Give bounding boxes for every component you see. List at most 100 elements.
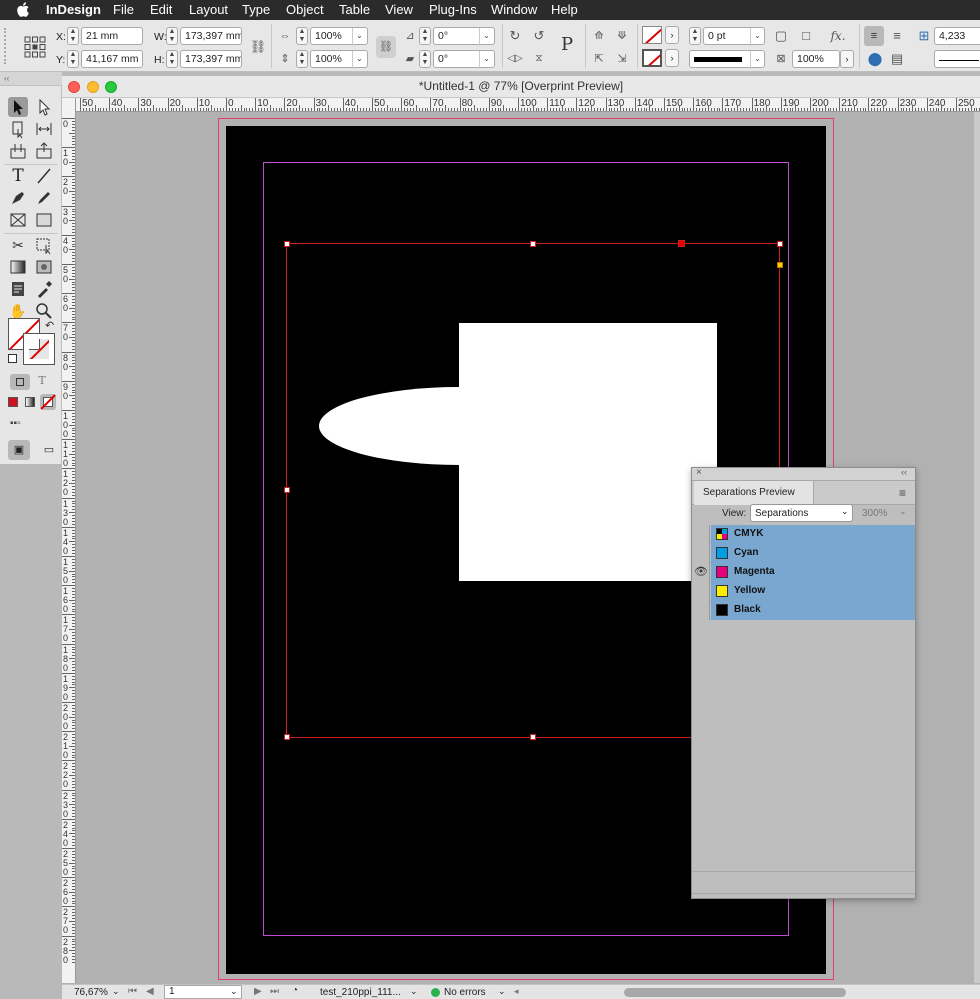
content-collector-tool[interactable] xyxy=(8,141,28,161)
select-container-icon[interactable]: ⟰ xyxy=(590,27,608,45)
screen-mode-small-icon[interactable]: ▪▪▫ xyxy=(10,418,21,429)
handle-middle-left[interactable] xyxy=(284,487,290,493)
out-port-handle[interactable] xyxy=(777,262,783,268)
visibility-toggle[interactable] xyxy=(692,582,710,601)
w-field[interactable]: 173,397 mm xyxy=(180,27,242,45)
menu-window[interactable]: Window xyxy=(491,2,537,17)
scroll-left-icon[interactable]: ◂ xyxy=(514,986,519,997)
stroke-weight-stepper[interactable]: ▲ ▼ xyxy=(689,27,701,45)
panel-menu-icon[interactable]: ≡ xyxy=(899,486,906,500)
separation-row-cmyk[interactable]: CMYK xyxy=(692,525,915,544)
gap-tool[interactable] xyxy=(34,119,54,139)
vertical-ruler[interactable]: 0 10 20 30 40 50 60 70 80 90 100110120130140150160… xyxy=(62,98,76,983)
scale-x-stepper[interactable]: ▲ ▼ xyxy=(296,27,308,45)
ink-limit-arrow-icon[interactable]: ⌄ xyxy=(899,506,907,517)
preflight-status[interactable]: No errors xyxy=(444,987,486,998)
shear-dropdown[interactable]: ⌄ xyxy=(479,51,493,69)
menu-file[interactable]: File xyxy=(113,2,134,17)
tab-separations-preview[interactable]: Separations Preview xyxy=(694,481,814,505)
menu-plug-ins[interactable]: Plug-Ins xyxy=(429,2,477,17)
right-value-field[interactable]: 4,233 xyxy=(934,27,980,45)
preflight-dropdown-icon[interactable]: ⌄ xyxy=(498,986,506,997)
auto-fit-icon[interactable]: ⊞ xyxy=(915,27,933,45)
rectangle-frame-tool[interactable] xyxy=(8,210,28,230)
rectangle-tool[interactable] xyxy=(34,210,54,230)
screen-mode-preview-button[interactable]: ▭ xyxy=(38,440,60,460)
separation-row-body[interactable]: Yellow xyxy=(711,582,915,601)
handle-top-left[interactable] xyxy=(284,241,290,247)
separation-row-cyan[interactable]: Cyan xyxy=(692,544,915,563)
previous-page-icon[interactable]: ◀ xyxy=(146,986,154,997)
pencil-tool[interactable] xyxy=(34,188,54,208)
separation-row-magenta[interactable]: 👁 Magenta xyxy=(692,563,915,582)
line-tool[interactable] xyxy=(34,166,54,186)
visibility-toggle[interactable] xyxy=(692,601,710,620)
menu-edit[interactable]: Edit xyxy=(150,2,172,17)
select-content-icon[interactable]: ⟱ xyxy=(613,27,631,45)
handle-bottom-left[interactable] xyxy=(284,734,290,740)
default-fill-stroke-icon[interactable] xyxy=(8,354,17,363)
constrain-proportions-icon[interactable]: ⛓ xyxy=(249,38,267,56)
drop-shadow-icon[interactable]: ▢ xyxy=(772,27,790,45)
handle-top-right[interactable] xyxy=(777,241,783,247)
menu-help[interactable]: Help xyxy=(551,2,578,17)
file-dropdown-icon[interactable]: ⌄ xyxy=(410,986,418,997)
pen-tool[interactable] xyxy=(8,188,28,208)
handle-top-center[interactable] xyxy=(530,241,536,247)
scissors-tool[interactable]: ✂ xyxy=(8,235,28,255)
last-page-icon[interactable]: ⏭ xyxy=(270,986,279,997)
w-stepper[interactable]: ▲ ▼ xyxy=(166,27,178,45)
direct-selection-tool[interactable] xyxy=(34,97,54,117)
corner-option-handle[interactable] xyxy=(678,240,685,247)
fill-menu-button[interactable]: › xyxy=(665,26,679,44)
rotate-dropdown[interactable]: ⌄ xyxy=(479,28,493,46)
reference-point-icon[interactable] xyxy=(24,36,46,58)
paragraph-direction-icon[interactable]: P xyxy=(556,34,578,58)
separation-row-black[interactable]: Black xyxy=(692,601,915,620)
text-wrap-icon[interactable]: ⬤ xyxy=(866,50,884,68)
fill-swatch[interactable] xyxy=(642,26,662,44)
menu-app-indesign[interactable]: InDesign xyxy=(46,2,101,17)
selection-tool[interactable] xyxy=(8,97,28,117)
align-text-top-icon[interactable]: ≡ xyxy=(864,26,884,46)
h-stepper[interactable]: ▲ ▼ xyxy=(166,50,178,68)
separation-row-body[interactable]: Black xyxy=(711,601,915,620)
scale-x-dropdown[interactable]: ⌄ xyxy=(352,28,366,46)
separation-row-body[interactable]: Magenta xyxy=(711,563,915,582)
apply-color-button[interactable] xyxy=(8,397,18,407)
formatting-container-button[interactable] xyxy=(10,374,30,390)
type-tool[interactable]: T xyxy=(8,166,28,186)
horizontal-ruler[interactable]: 50 40 30 20 10 0 10 20 30 40 50 60 70 80 90 100 110 120 13… xyxy=(76,98,980,112)
select-next-icon[interactable]: ⇲ xyxy=(613,50,631,68)
view-select[interactable]: Separations xyxy=(750,504,853,522)
align-text-center-icon[interactable]: ≡ xyxy=(888,27,906,45)
text-wrap-options-icon[interactable]: ▤ xyxy=(888,50,906,68)
menu-type[interactable]: Type xyxy=(242,2,270,17)
free-transform-tool[interactable] xyxy=(34,235,54,255)
rotate-cw-icon[interactable]: ↻ xyxy=(506,27,524,45)
next-page-icon[interactable]: ▶ xyxy=(254,986,262,997)
menu-layout[interactable]: Layout xyxy=(189,2,228,17)
open-document-icon[interactable]: ◔ xyxy=(292,985,298,996)
flip-horizontal-icon[interactable]: ◁▷ xyxy=(506,50,524,68)
stroke-swatch[interactable] xyxy=(642,49,662,67)
visibility-toggle[interactable] xyxy=(692,544,710,563)
eyedropper-tool[interactable] xyxy=(34,279,54,299)
page-tool[interactable] xyxy=(8,119,28,139)
close-panel-icon[interactable]: × xyxy=(696,467,702,478)
apply-none-button[interactable] xyxy=(40,394,56,410)
content-placer-tool[interactable] xyxy=(34,141,54,161)
tools-panel-header[interactable]: ‹‹ xyxy=(0,72,62,86)
menu-view[interactable]: View xyxy=(385,2,413,17)
panel-header[interactable]: × ‹‹ xyxy=(692,467,915,481)
h-field[interactable]: 173,397 mm xyxy=(180,50,242,68)
y-field[interactable]: 41,167 mm xyxy=(81,50,143,68)
vertical-scrollbar[interactable] xyxy=(974,112,980,983)
formatting-text-icon[interactable]: T xyxy=(34,374,50,390)
y-stepper[interactable]: ▲ ▼ xyxy=(67,50,79,68)
stroke-type-dropdown[interactable]: ⌄ xyxy=(750,51,764,69)
stroke-menu-button[interactable]: › xyxy=(665,49,679,67)
zoom-level[interactable]: 76,67% xyxy=(74,987,108,998)
separation-row-yellow[interactable]: Yellow xyxy=(692,582,915,601)
horizontal-scrollbar-thumb[interactable] xyxy=(624,988,846,997)
